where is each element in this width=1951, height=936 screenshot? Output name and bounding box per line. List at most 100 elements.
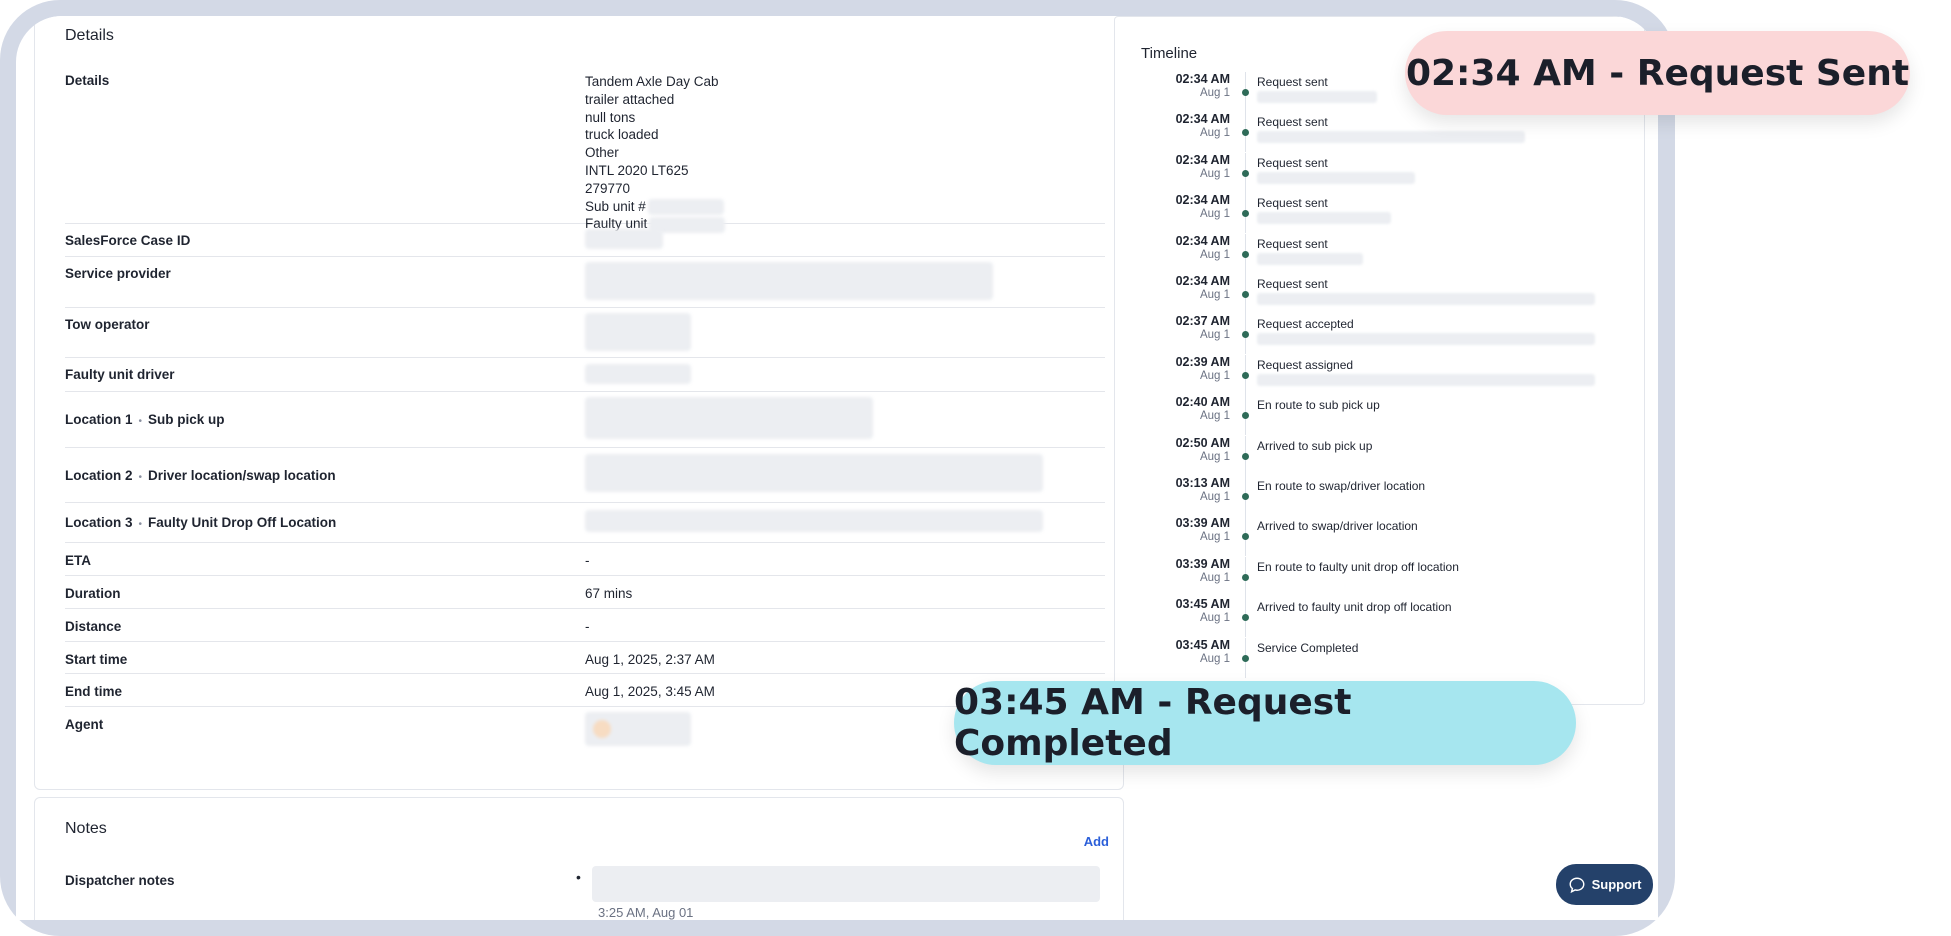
redacted-value	[585, 229, 663, 249]
timeline-date: Aug 1	[1199, 531, 1230, 544]
location1-suffix: Sub pick up	[148, 412, 225, 427]
timeline-card: Timeline 02:34 AM Aug 1 Request sent 02:34 …	[1114, 16, 1645, 705]
timeline-time: 02:34 AM	[1175, 233, 1230, 248]
redacted-provider-name	[1257, 293, 1595, 305]
note-timestamp: 3:25 AM, Aug 01	[598, 905, 694, 920]
timeline-event: Arrived to sub pick up	[1257, 438, 1373, 453]
timeline-dot	[1242, 533, 1249, 541]
redacted-value	[585, 454, 1043, 492]
start-time-label: Start time	[65, 652, 128, 667]
timeline-time: 02:50 AM	[1175, 435, 1230, 450]
timeline-time: 02:40 AM	[1175, 395, 1230, 410]
detail-line: INTL 2020 LT625	[585, 162, 689, 178]
bullet	[576, 869, 589, 885]
duration-value: 67 mins	[585, 586, 633, 601]
salesforce-row: SalesForce Case ID	[65, 224, 1105, 257]
detail-line: null tons	[585, 109, 636, 125]
redacted-provider-name	[1257, 131, 1525, 144]
timeline-dot	[1242, 89, 1249, 96]
start-time-value: Aug 1, 2025, 2:37 AM	[585, 652, 715, 667]
separator-dot: •	[138, 416, 143, 427]
end-time-row: End time Aug 1, 2025, 3:45 AM	[65, 674, 1105, 707]
timeline-dot	[1242, 371, 1249, 379]
timeline-item: 02:34 AM Aug 1 Request sent	[1115, 112, 1646, 153]
timeline-date: Aug 1	[1199, 127, 1230, 140]
service-provider-label: Service provider	[65, 266, 171, 281]
dispatcher-notes-label: Dispatcher notes	[65, 873, 175, 888]
agent-row: Agent	[65, 707, 1105, 757]
detail-line: Sub unit #	[585, 198, 727, 216]
timeline-event: Request sent	[1257, 236, 1328, 251]
timeline-dot	[1242, 291, 1249, 298]
timeline-dot	[1242, 654, 1249, 662]
faulty-driver-row: Faulty unit driver	[65, 358, 1105, 392]
timeline-title: Timeline	[1141, 45, 1198, 62]
timeline-time: 02:34 AM	[1175, 274, 1230, 288]
timeline-time: 02:39 AM	[1175, 354, 1230, 369]
callout-request-completed: 03:45 AM - Request Completed	[954, 681, 1576, 765]
support-button[interactable]: Support	[1556, 864, 1653, 905]
timeline-date: Aug 1	[1199, 248, 1230, 261]
redacted-value	[585, 313, 691, 351]
redacted-provider-name	[1257, 252, 1363, 265]
redacted-value	[647, 199, 724, 216]
timeline-item: 02:50 AM Aug 1 Arrived to sub pick up	[1115, 435, 1646, 476]
details-row: Details Tandem Axle Day Cab trailer atta…	[65, 59, 1105, 233]
timeline-item: 02:34 AM Aug 1 Request sent	[1115, 274, 1646, 314]
timeline-event: En route to faulty unit drop off locatio…	[1257, 559, 1459, 574]
timeline-time: 03:45 AM	[1175, 637, 1230, 652]
add-note-button[interactable]: Add	[1084, 834, 1109, 849]
location1-row: Location 1 • Sub pick up	[65, 392, 1105, 448]
detail-line: Other	[585, 145, 619, 161]
detail-line: 279770	[585, 180, 631, 196]
timeline-time: 02:34 AM	[1175, 152, 1230, 167]
app-screen: Details Details Tandem Axle Day Cab trai…	[16, 16, 1658, 920]
distance-row: Distance -	[65, 609, 1105, 642]
details-row-value: Tandem Axle Day Cab trailer attached nul…	[585, 73, 727, 233]
timeline-dot	[1242, 250, 1249, 258]
redacted-provider-link[interactable]	[585, 262, 993, 300]
timeline-dot	[1242, 331, 1249, 339]
eta-label: ETA	[65, 553, 91, 568]
timeline-dot	[1242, 412, 1249, 420]
timeline-dot	[1242, 210, 1249, 218]
redacted-provider-name	[1257, 171, 1415, 184]
timeline-dot	[1242, 493, 1249, 500]
timeline-item: 02:34 AM Aug 1 Request sent	[1115, 193, 1646, 234]
details-card-title: Details	[65, 27, 114, 44]
timeline-event: Arrived to faulty unit drop off location	[1257, 600, 1452, 615]
end-time-label: End time	[65, 684, 123, 699]
timeline-dot	[1242, 169, 1249, 177]
distance-label: Distance	[65, 619, 122, 634]
timeline-date: Aug 1	[1199, 167, 1230, 180]
location3-suffix: Faulty Unit Drop Off Location	[148, 515, 337, 530]
location1-prefix: Location 1	[65, 412, 133, 427]
distance-value: -	[585, 619, 590, 634]
location1-label: Location 1 • Sub pick up	[65, 412, 225, 427]
timeline-event: Request sent	[1257, 277, 1328, 291]
timeline-event: Request sent	[1257, 196, 1328, 211]
chat-bubble-icon	[1569, 877, 1585, 893]
timeline-date: Aug 1	[1199, 329, 1230, 342]
timeline-item: 02:34 AM Aug 1 Request sent	[1115, 233, 1646, 274]
redacted-value	[585, 397, 873, 439]
timeline-time: 03:13 AM	[1175, 476, 1230, 490]
redacted-provider-name	[1257, 373, 1595, 386]
timeline-time: 02:34 AM	[1175, 112, 1230, 127]
timeline-item: 03:39 AM Aug 1 Arrived to swap/driver loca…	[1115, 516, 1646, 557]
redacted-provider-name	[1257, 333, 1595, 346]
timeline-event: Arrived to swap/driver location	[1257, 519, 1418, 534]
timeline-event: Request sent	[1257, 115, 1328, 130]
timeline-time: 03:45 AM	[1175, 597, 1230, 612]
timeline-item: 02:39 AM Aug 1 Request assigned	[1115, 354, 1646, 395]
detail-line: trailer attached	[585, 91, 675, 107]
timeline-dot	[1242, 573, 1249, 581]
timeline-time: 02:34 AM	[1175, 72, 1230, 86]
redacted-value	[585, 510, 1043, 532]
timeline-date: Aug 1	[1199, 369, 1230, 382]
timeline-item: 02:37 AM Aug 1 Request accepted	[1115, 314, 1646, 355]
notes-card: Notes Add Dispatcher notes 3:25 AM, Aug …	[34, 797, 1124, 920]
timeline-event: En route to sub pick up	[1257, 398, 1380, 413]
sub-unit-label: Sub unit #	[585, 198, 646, 214]
location2-label: Location 2 • Driver location/swap location	[65, 468, 336, 483]
